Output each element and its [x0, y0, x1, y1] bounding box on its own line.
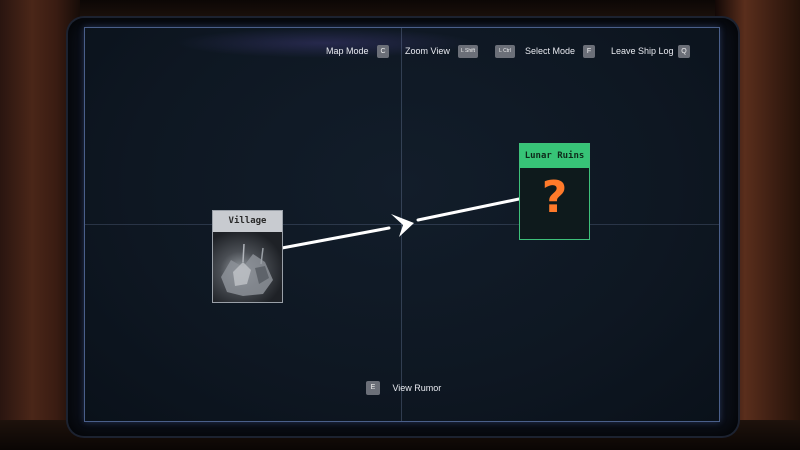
view-rumor-label: View Rumor	[392, 382, 442, 393]
village-entry-card[interactable]: Village	[212, 210, 283, 303]
lunar-ruins-entry-card[interactable]: Lunar Ruins ?	[519, 143, 590, 240]
village-photo-art	[221, 243, 273, 296]
ship-log-screen: Map Mode C Zoom View L Shift L Ctrl Sele…	[84, 27, 720, 422]
arrow-head-icon	[391, 214, 414, 237]
lunar-ruins-entry-title: Lunar Ruins	[520, 144, 589, 168]
question-mark-icon: ?	[541, 172, 568, 223]
arrow-line-left	[280, 226, 391, 250]
view-rumor-hint[interactable]: E View Rumor	[366, 379, 441, 397]
village-entry-title: Village	[213, 211, 282, 232]
rumor-connection-arrow	[280, 197, 521, 250]
arrow-line-right	[416, 197, 521, 222]
view-rumor-key[interactable]: E	[366, 380, 380, 395]
village-photo-image	[213, 232, 282, 302]
